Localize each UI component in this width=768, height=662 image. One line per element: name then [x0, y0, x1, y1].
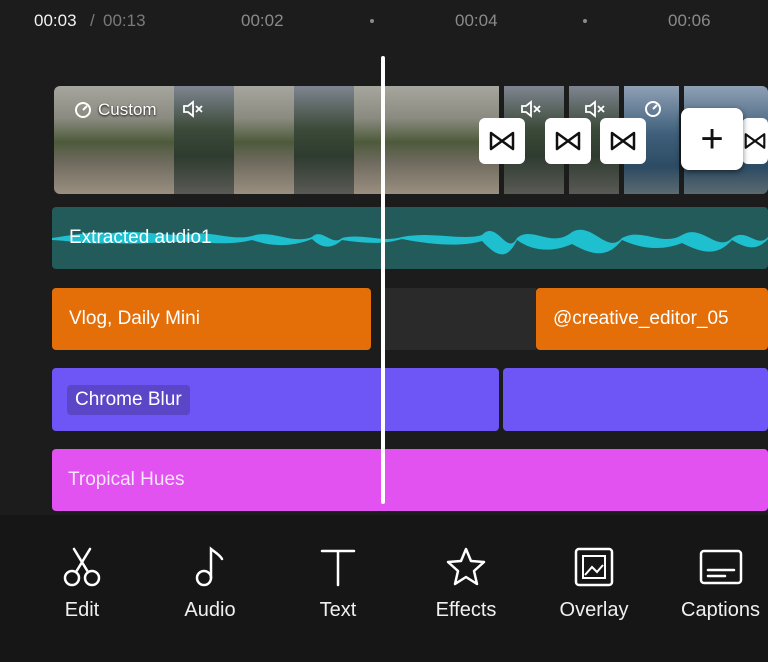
speed-icon[interactable]: [644, 100, 662, 118]
bowtie-transition-icon: [489, 131, 515, 151]
track-gap: [384, 288, 536, 350]
audio-track[interactable]: Extracted audio1: [52, 207, 768, 269]
text-tool-label: Text: [319, 599, 357, 621]
edit-tool-label: Edit: [64, 599, 100, 621]
transition-button[interactable]: [479, 118, 525, 164]
clip-speed-label: Custom: [98, 100, 157, 119]
scissors-icon: [63, 547, 101, 587]
ruler-dot: [583, 19, 587, 23]
text-clip-label: Vlog, Daily Mini: [69, 308, 200, 329]
total-time: 00:13: [103, 11, 146, 30]
add-clip-button[interactable]: +: [681, 108, 743, 170]
edit-tool-button[interactable]: Edit: [52, 545, 112, 622]
filter-clip[interactable]: Tropical Hues: [52, 449, 768, 511]
music-note-icon: [195, 546, 224, 587]
mute-icon[interactable]: [520, 100, 542, 118]
captions-tool-button[interactable]: Captions: [673, 545, 768, 622]
overlay-tool-label: Overlay: [559, 599, 629, 621]
bowtie-transition-icon: [610, 131, 636, 151]
effects-tool-button[interactable]: Effects: [425, 545, 507, 622]
transition-button[interactable]: [545, 118, 591, 164]
audio-tool-label: Audio: [184, 599, 236, 621]
audio-track-label: Extracted audio1: [69, 227, 212, 248]
text-icon: [320, 549, 356, 587]
time-separator: /: [90, 11, 95, 30]
effects-tool-label: Effects: [435, 599, 497, 621]
plus-icon: +: [700, 116, 724, 161]
text-clip[interactable]: @creative_editor_05: [536, 288, 768, 350]
captions-icon: [699, 549, 742, 585]
speed-icon: [75, 102, 91, 118]
video-frame: [294, 86, 354, 194]
ruler-tick: 00:02: [241, 11, 284, 30]
text-tool-button[interactable]: Text: [306, 545, 370, 622]
ruler-tick: 00:04: [455, 11, 498, 30]
ruler-dot: [370, 19, 374, 23]
bowtie-transition-icon: [555, 131, 581, 151]
text-clip-label: @creative_editor_05: [553, 308, 729, 329]
overlay-tool-button[interactable]: Overlay: [551, 545, 637, 622]
effect-clip[interactable]: Chrome Blur: [52, 368, 499, 431]
video-track[interactable]: Custom: [54, 86, 768, 194]
timeline-ruler[interactable]: 00:03 / 00:13 00:02 00:04 00:06: [0, 0, 768, 42]
transition-button[interactable]: [742, 118, 768, 164]
text-clip[interactable]: Vlog, Daily Mini: [52, 288, 371, 350]
star-icon: [446, 547, 486, 586]
bowtie-transition-icon: [744, 133, 766, 149]
video-frame: [234, 86, 294, 194]
audio-tool-button[interactable]: Audio: [175, 545, 245, 622]
mute-icon[interactable]: [182, 100, 204, 118]
mute-icon[interactable]: [584, 100, 606, 118]
bottom-toolbar: Edit Audio Text Effects Overlay Captions: [0, 515, 768, 662]
filter-clip-label: Tropical Hues: [68, 469, 185, 490]
overlay-icon: [574, 547, 614, 587]
effect-clip-label: Chrome Blur: [67, 385, 190, 415]
playhead[interactable]: [381, 56, 385, 504]
transition-button[interactable]: [600, 118, 646, 164]
clip-speed-badge[interactable]: Custom: [74, 100, 157, 120]
ruler-tick: 00:06: [668, 11, 711, 30]
captions-tool-label: Captions: [681, 599, 760, 621]
effect-clip[interactable]: [503, 368, 768, 431]
current-time: 00:03: [34, 11, 77, 30]
